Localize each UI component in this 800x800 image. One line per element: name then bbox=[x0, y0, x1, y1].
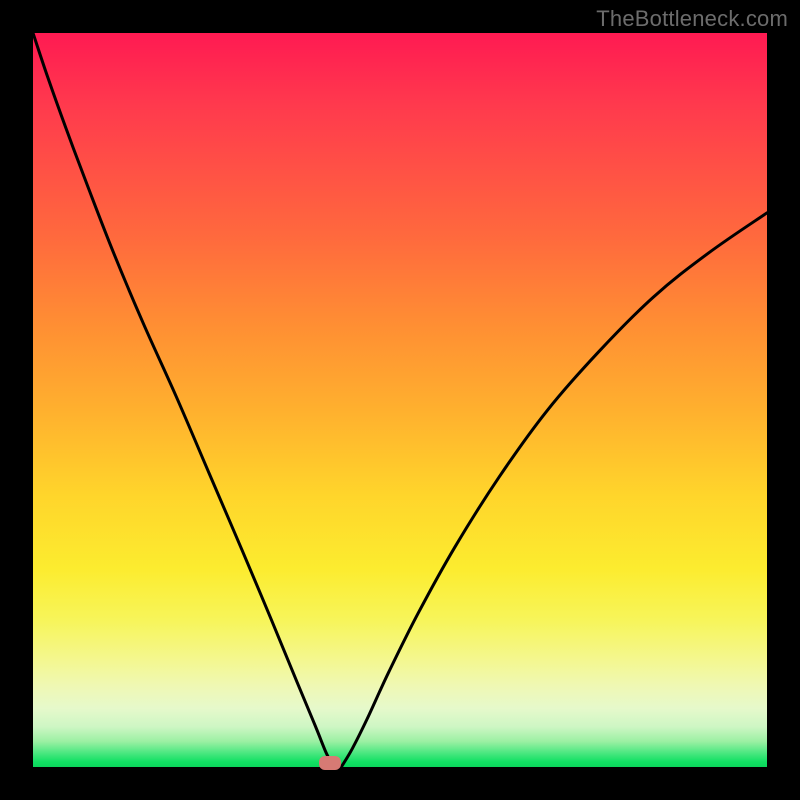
series-right-branch bbox=[341, 213, 767, 767]
series-left-branch bbox=[33, 33, 334, 767]
chart-frame: TheBottleneck.com bbox=[0, 0, 800, 800]
watermark-label: TheBottleneck.com bbox=[596, 6, 788, 32]
plot-area bbox=[33, 33, 767, 767]
bottleneck-curve bbox=[33, 33, 767, 767]
minimum-marker bbox=[319, 756, 341, 769]
